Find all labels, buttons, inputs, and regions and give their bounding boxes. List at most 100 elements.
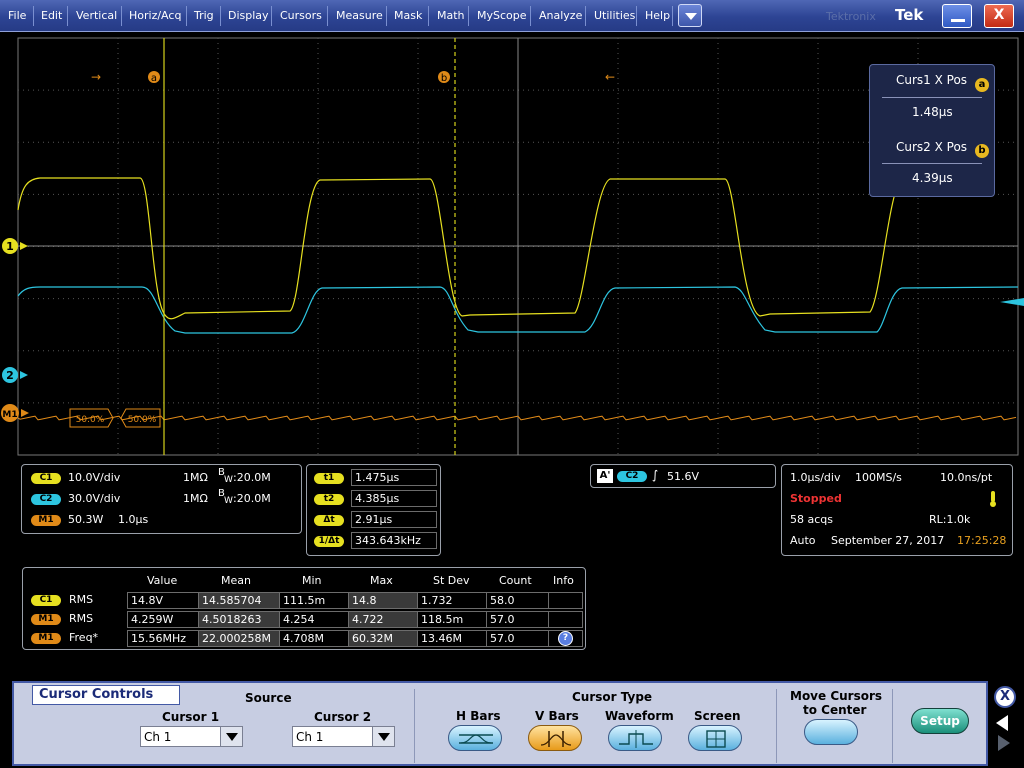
t2-tag: t2 [314,494,344,505]
close-window-button[interactable]: X [984,4,1014,28]
tab-cursor-controls[interactable]: Cursor Controls [32,685,180,705]
move-cursors-to-center-button[interactable] [804,719,858,745]
table-cell: 14.8 [348,592,418,609]
table-cell: 4.722 [348,611,418,628]
table-cell: 60.32M [348,630,418,647]
m1-scale: 50.3W [68,513,104,526]
header-mean: Mean [221,574,251,587]
panel-forward-icon[interactable] [998,735,1010,751]
ch1-impedance: 1MΩ [183,471,208,484]
table-cell: 4.254 [279,611,349,628]
menu-vertical[interactable]: Vertical [76,9,117,22]
cursor2-label: Cursor 2 [314,710,372,724]
menu-edit[interactable]: Edit [41,9,62,22]
menu-separator [121,6,122,26]
cursor-controls-panel: Cursor Controls Source Cursor 1 Cursor 2… [12,681,988,766]
menu-measure[interactable]: Measure [336,9,383,22]
screen-button[interactable] [688,725,742,751]
acquisition-panel[interactable]: 1.0µs/div 100MS/s 10.0ns/pt Stopped 58 a… [781,464,1013,556]
cursor2-source-select[interactable]: Ch 1 [292,726,395,747]
row1-name: RMS [69,593,94,606]
menu-myscope[interactable]: MyScope [477,9,527,22]
hbars-button[interactable] [448,725,502,751]
cursor-a-label: a [151,73,157,84]
to-center-label: to Center [803,703,867,717]
cursor1-source-select[interactable]: Ch 1 [140,726,243,747]
info-icon[interactable]: ? [558,631,573,646]
menu-file[interactable]: File [8,9,26,22]
table-cell: 57.0 [486,630,549,647]
curs1-label: Curs1 X Pos [896,73,968,87]
menu-dropdown-button[interactable] [678,4,702,27]
table-cell [548,592,583,609]
menu-separator [428,6,429,26]
ch1-tag[interactable]: C1 [31,473,61,484]
curs1-value: 1.48µs [912,105,953,119]
arrow-right-icon: → [91,70,101,84]
menu-analyze[interactable]: Analyze [539,9,582,22]
menu-separator [67,6,68,26]
row3-tag: M1 [31,633,61,644]
table-cell: 4.259W [127,611,199,628]
divider [776,689,777,763]
waveform-button[interactable] [608,725,662,751]
ch2-scale: 30.0V/div [68,492,121,505]
inv-dt-value: 343.643kHz [351,532,437,549]
rising-edge-icon: ∫ [652,468,659,482]
cursor-position-popup[interactable]: Curs1 X Pos a 1.48µs Curs2 X Pos b 4.39µ… [869,64,995,197]
ch1-scale: 10.0V/div [68,471,121,484]
divider [882,163,982,164]
header-min: Min [302,574,322,587]
menu-separator [636,6,637,26]
acq-state: Stopped [790,492,842,505]
cursor2-source-value: Ch 1 [296,730,324,744]
table-cell: 57.0 [486,611,549,628]
menu-mask[interactable]: Mask [394,9,422,22]
divider [882,97,982,98]
trigger-mode: Auto [790,534,816,547]
trigger-level: 51.6V [667,470,700,483]
minimize-button[interactable] [942,4,972,28]
ch2-bandwidth: :20.0M [233,492,271,505]
m1-tag[interactable]: M1 [31,515,61,526]
chevron-down-icon [685,13,697,20]
menu-cursors[interactable]: Cursors [280,9,322,22]
close-panel-button[interactable]: X [994,686,1016,708]
cursor-b-label: b [441,73,447,84]
menu-separator [327,6,328,26]
vbars-icon [540,731,572,747]
menu-math[interactable]: Math [437,9,465,22]
menu-separator [672,6,673,26]
channel-readout-panel[interactable]: C1 10.0V/div 1MΩ B W :20.0M C2 30.0V/div… [21,464,302,534]
move-cursors-label: Move Cursors [790,689,883,703]
row1-tag: C1 [31,595,61,606]
menu-help[interactable]: Help [645,9,670,22]
menu-trig[interactable]: Trig [194,9,214,22]
menu-display[interactable]: Display [228,9,269,22]
acq-count: 58 acqs [790,513,833,526]
menu-horiz-acq[interactable]: Horiz/Acq [129,9,181,22]
ch2-tag[interactable]: C2 [31,494,61,505]
trigger-a-tag: A' [597,469,613,483]
curs2-value: 4.39µs [912,171,953,185]
table-cell: 4.5018263 [198,611,280,628]
menu-utilities[interactable]: Utilities [594,9,635,22]
arrow-left-icon: ← [605,70,615,84]
setup-button[interactable]: Setup [911,708,969,734]
table-cell: 1.732 [417,592,487,609]
menu-separator [220,6,221,26]
row2-tag: M1 [31,614,61,625]
m1-ref-left-label: 50.0% [76,415,105,425]
ch1-bandwidth: :20.0M [233,471,271,484]
cursor-readout-panel[interactable]: t1 1.475µs t2 4.385µs Δt 2.91µs 1/Δt 343… [306,464,441,556]
sample-rate: 100MS/s [855,471,902,484]
measurement-table[interactable]: Value Mean Min Max St Dev Count Info C1 … [22,567,586,650]
minimize-icon [951,19,965,22]
panel-back-icon[interactable] [996,715,1008,731]
screen-grid-icon [706,730,726,748]
record-length: RL:1.0k [929,513,971,526]
table-cell: 22.000258M [198,630,280,647]
t1-tag: t1 [314,473,344,484]
vbars-button[interactable] [528,725,582,751]
trigger-readout-panel[interactable]: A' C2 ∫ 51.6V [590,464,776,488]
